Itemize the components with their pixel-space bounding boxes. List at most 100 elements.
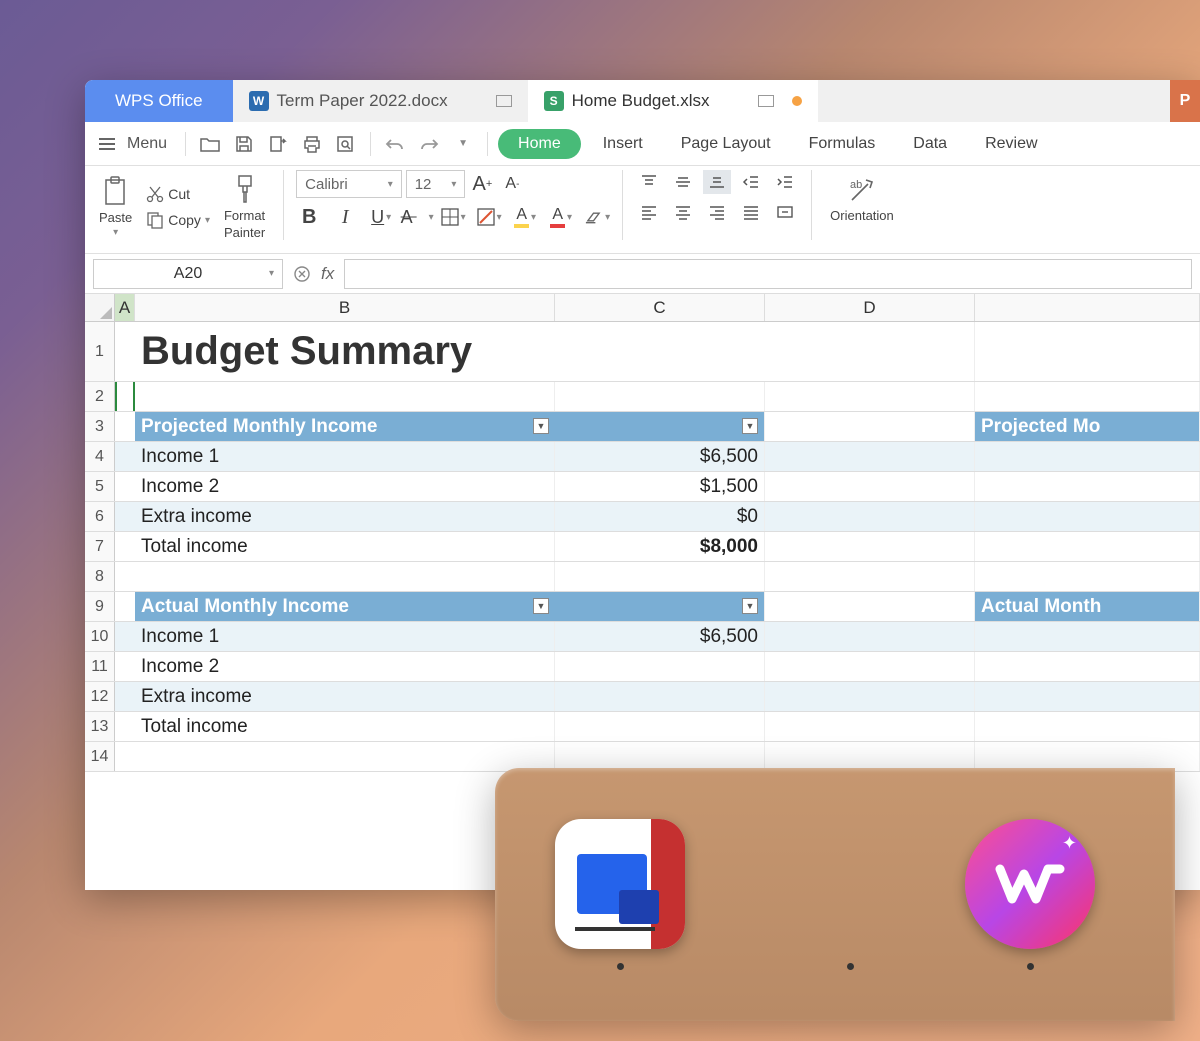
cell[interactable]: [555, 682, 765, 711]
cell[interactable]: $8,000: [555, 532, 765, 561]
cell[interactable]: [975, 472, 1200, 501]
dropdown-icon[interactable]: ▼: [449, 130, 477, 158]
cut-button[interactable]: Cut: [142, 183, 214, 205]
row-header[interactable]: 8: [85, 562, 115, 591]
underline-button[interactable]: U▾: [368, 204, 394, 230]
col-header-a[interactable]: A: [115, 294, 135, 321]
cell[interactable]: [765, 412, 975, 441]
row-header[interactable]: 11: [85, 652, 115, 681]
cell[interactable]: $6,500: [555, 622, 765, 651]
cell[interactable]: [975, 502, 1200, 531]
cell[interactable]: [555, 322, 765, 381]
cell[interactable]: [975, 652, 1200, 681]
format-painter-button[interactable]: Format Painter: [218, 170, 271, 244]
bold-button[interactable]: B: [296, 204, 322, 230]
cell[interactable]: ▼: [555, 412, 765, 441]
cell[interactable]: [975, 562, 1200, 591]
cell[interactable]: [975, 442, 1200, 471]
cell[interactable]: [975, 382, 1200, 411]
cell[interactable]: [975, 322, 1200, 381]
tab-window-icon[interactable]: [496, 95, 512, 107]
cell[interactable]: [765, 562, 975, 591]
filter-icon[interactable]: ▼: [742, 598, 758, 614]
cell[interactable]: Budget Summary: [135, 322, 555, 381]
row-header[interactable]: 14: [85, 742, 115, 771]
col-header-d[interactable]: D: [765, 294, 975, 321]
cell[interactable]: [115, 532, 135, 561]
tab-window-icon[interactable]: [758, 95, 774, 107]
tab-term-paper[interactable]: W Term Paper 2022.docx: [233, 80, 528, 122]
col-header-b[interactable]: B: [135, 294, 555, 321]
orientation-button[interactable]: ab Orientation: [824, 170, 900, 227]
filter-icon[interactable]: ▼: [533, 418, 549, 434]
cell[interactable]: [765, 382, 975, 411]
cell[interactable]: [765, 322, 975, 381]
increase-font-icon[interactable]: A+: [469, 171, 495, 197]
undo-icon[interactable]: [381, 130, 409, 158]
cell[interactable]: [115, 682, 135, 711]
cell-section-header[interactable]: Actual Month: [975, 592, 1200, 621]
cell[interactable]: [115, 322, 135, 381]
tab-wps-office[interactable]: WPS Office: [85, 80, 233, 122]
filter-icon[interactable]: ▼: [533, 598, 549, 614]
hamburger-menu-icon[interactable]: [93, 132, 121, 156]
cell[interactable]: [765, 472, 975, 501]
align-middle-icon[interactable]: [669, 170, 697, 194]
align-right-icon[interactable]: [703, 200, 731, 224]
cell[interactable]: [765, 682, 975, 711]
cell[interactable]: $1,500: [555, 472, 765, 501]
cell[interactable]: [975, 532, 1200, 561]
italic-button[interactable]: I: [332, 204, 358, 230]
cell-section-header[interactable]: Projected Monthly Income ▼: [135, 412, 555, 441]
ribbon-tab-insert[interactable]: Insert: [587, 129, 659, 159]
cell[interactable]: Income 2: [135, 472, 555, 501]
cell[interactable]: [765, 652, 975, 681]
cell[interactable]: [765, 712, 975, 741]
fx-icon[interactable]: fx: [321, 264, 334, 284]
row-header[interactable]: 10: [85, 622, 115, 651]
menu-label[interactable]: Menu: [127, 135, 167, 153]
dock-item-wps[interactable]: ✦: [965, 819, 1095, 970]
cell[interactable]: [135, 562, 555, 591]
cell[interactable]: [765, 592, 975, 621]
cell-style-button[interactable]: ▾: [476, 204, 502, 230]
font-size-select[interactable]: 12▾: [406, 170, 466, 198]
ribbon-tab-page-layout[interactable]: Page Layout: [665, 129, 787, 159]
cell[interactable]: $0: [555, 502, 765, 531]
cell[interactable]: [555, 652, 765, 681]
cell[interactable]: Income 2: [135, 652, 555, 681]
cell[interactable]: [975, 682, 1200, 711]
align-center-icon[interactable]: [669, 200, 697, 224]
font-name-select[interactable]: Calibri▾: [296, 170, 402, 198]
row-header[interactable]: 4: [85, 442, 115, 471]
cell[interactable]: $6,500: [555, 442, 765, 471]
row-header[interactable]: 1: [85, 322, 115, 381]
cell[interactable]: [115, 412, 135, 441]
row-header[interactable]: 6: [85, 502, 115, 531]
cell[interactable]: [115, 712, 135, 741]
tab-presentation[interactable]: P: [1170, 80, 1200, 122]
dock-item-parallels[interactable]: [555, 819, 685, 970]
select-all-corner[interactable]: [85, 294, 115, 321]
row-header[interactable]: 12: [85, 682, 115, 711]
paste-button[interactable]: Paste▾: [93, 172, 138, 242]
open-icon[interactable]: [196, 130, 224, 158]
cell[interactable]: Income 1: [135, 442, 555, 471]
cell[interactable]: [115, 562, 135, 591]
name-box[interactable]: A20▾: [93, 259, 283, 289]
cell[interactable]: [555, 382, 765, 411]
cell[interactable]: [555, 712, 765, 741]
justify-icon[interactable]: [737, 200, 765, 224]
export-icon[interactable]: [264, 130, 292, 158]
filter-icon[interactable]: ▼: [742, 418, 758, 434]
save-icon[interactable]: [230, 130, 258, 158]
row-header[interactable]: 7: [85, 532, 115, 561]
cell-section-header[interactable]: Projected Mo: [975, 412, 1200, 441]
cell[interactable]: [765, 442, 975, 471]
align-bottom-icon[interactable]: [703, 170, 731, 194]
cell[interactable]: [555, 562, 765, 591]
cell[interactable]: Extra income: [135, 682, 555, 711]
print-icon[interactable]: [298, 130, 326, 158]
borders-button[interactable]: ▾: [440, 204, 466, 230]
merge-icon[interactable]: [771, 200, 799, 224]
